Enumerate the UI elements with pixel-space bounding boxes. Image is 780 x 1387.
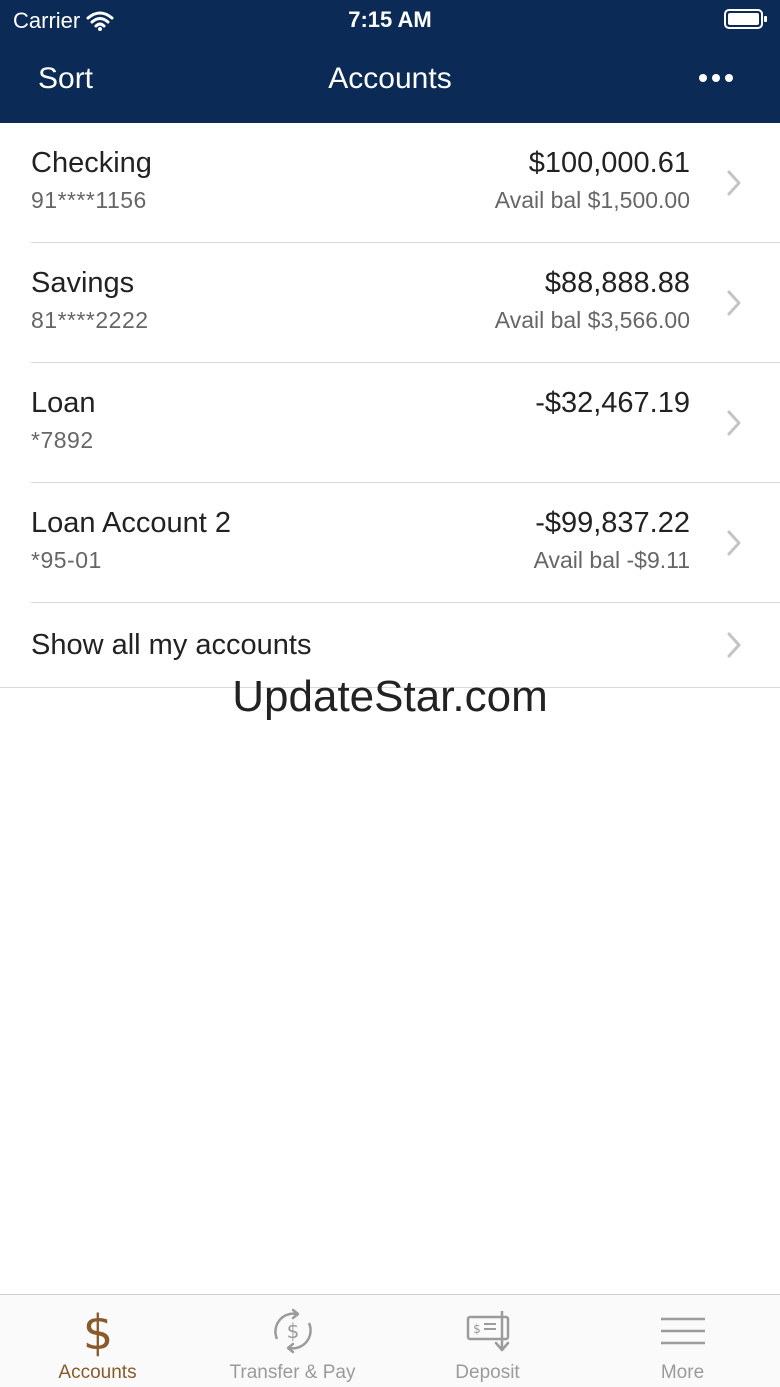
svg-text:$: $: [286, 1319, 299, 1343]
account-number: 91****1156: [31, 187, 147, 213]
battery-icon: [724, 9, 767, 29]
tab-accounts[interactable]: $ Accounts: [0, 1295, 195, 1387]
transfer-dollar-icon: $: [273, 1308, 312, 1354]
account-balance: $88,888.88: [544, 267, 690, 299]
account-name: Loan Account 2: [31, 507, 231, 539]
account-number: *7892: [31, 427, 94, 453]
chevron-right-icon: [727, 530, 741, 556]
available-balance: Avail bal -$9.11: [533, 547, 690, 573]
tab-transfer-pay[interactable]: $ Transfer & Pay: [195, 1295, 390, 1387]
check-deposit-icon: $: [466, 1311, 509, 1352]
show-all-accounts-label: Show all my accounts: [31, 629, 312, 661]
account-name: Loan: [31, 387, 96, 419]
nav-bar: Sort Accounts: [0, 40, 780, 123]
account-name: Savings: [31, 267, 135, 299]
more-options-icon[interactable]: [698, 72, 734, 84]
tab-label: Accounts: [58, 1362, 137, 1383]
available-balance: Avail bal $1,500.00: [494, 187, 690, 213]
chevron-right-icon: [727, 290, 741, 316]
account-name: Checking: [31, 147, 152, 179]
account-row-checking[interactable]: Checking 91****1156 $100,000.61 Avail ba…: [0, 123, 780, 243]
account-number: 81****2222: [31, 307, 149, 333]
status-bar: Carrier 7:15 AM: [0, 0, 780, 40]
tab-label: More: [660, 1362, 705, 1383]
account-balance: -$99,837.22: [535, 507, 690, 539]
svg-text:$: $: [473, 1322, 481, 1336]
tab-label: Deposit: [455, 1362, 520, 1383]
tab-bar: $ Accounts $ Transfer & Pay $ Deposit Mo…: [0, 1294, 780, 1387]
account-balance: -$32,467.19: [535, 387, 690, 419]
chevron-right-icon: [727, 170, 741, 196]
account-row-loan-account-2[interactable]: Loan Account 2 *95-01 -$99,837.22 Avail …: [0, 483, 780, 603]
available-balance: Avail bal $3,566.00: [494, 307, 690, 333]
dollar-icon: $: [82, 1305, 113, 1357]
svg-text:$: $: [82, 1305, 113, 1357]
watermark: UpdateStar.com: [232, 672, 548, 721]
tab-more[interactable]: More: [585, 1295, 780, 1387]
tab-label: Transfer & Pay: [229, 1362, 356, 1383]
chevron-right-icon: [727, 632, 741, 658]
account-row-loan[interactable]: Loan *7892 -$32,467.19: [0, 363, 780, 483]
header: Carrier 7:15 AM Sort Accounts: [0, 0, 780, 123]
page-title: Accounts: [328, 62, 452, 95]
account-number: *95-01: [31, 547, 102, 573]
tab-deposit[interactable]: $ Deposit: [390, 1295, 585, 1387]
account-balance: $100,000.61: [528, 147, 690, 179]
account-list: Checking 91****1156 $100,000.61 Avail ba…: [0, 123, 780, 603]
status-time: 7:15 AM: [348, 7, 432, 32]
account-row-savings[interactable]: Savings 81****2222 $88,888.88 Avail bal …: [0, 243, 780, 363]
hamburger-menu-icon: [660, 1317, 705, 1345]
chevron-right-icon: [727, 410, 741, 436]
